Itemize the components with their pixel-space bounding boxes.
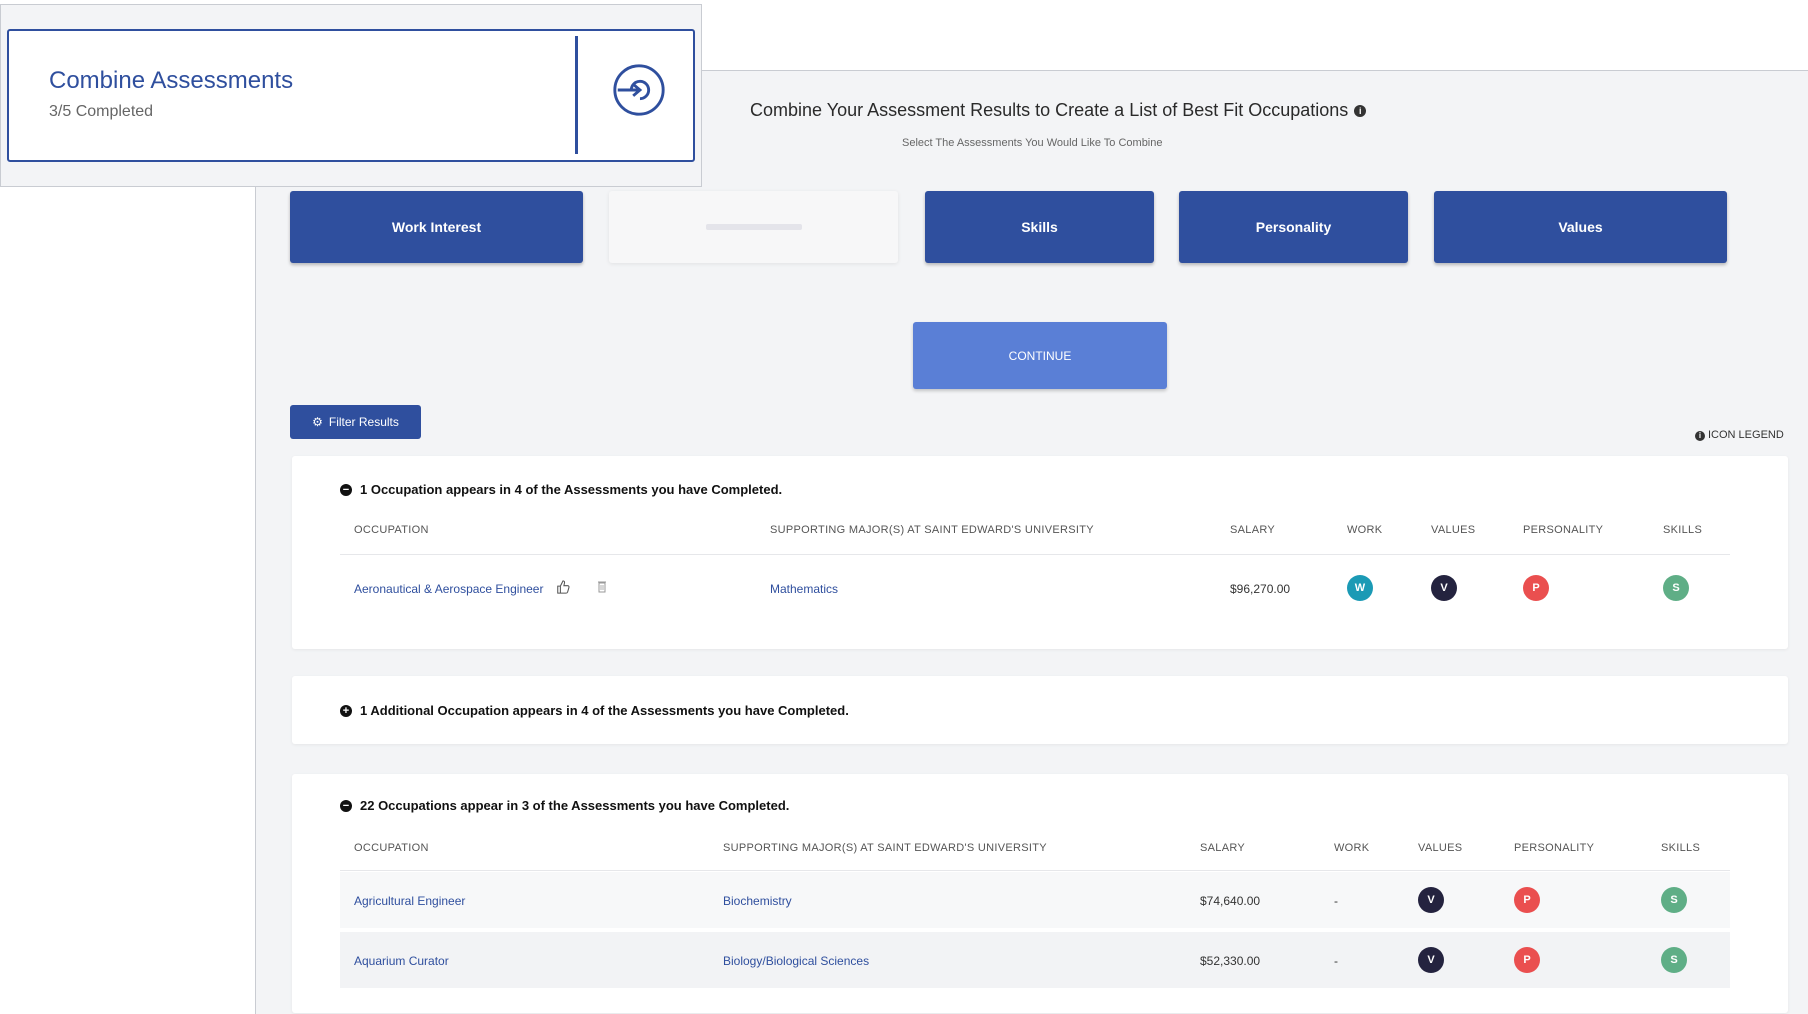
assessment-personality-button[interactable]: Personality (1179, 191, 1408, 263)
occupation-group-3: − 22 Occupations appear in 3 of the Asse… (292, 774, 1788, 1013)
work-empty: - (1334, 954, 1338, 968)
major-link[interactable]: Biochemistry (723, 894, 792, 908)
continue-button[interactable]: CONTINUE (913, 322, 1167, 389)
column-header-skills: SKILLS (1663, 524, 1703, 536)
assessment-values-button[interactable]: Values (1434, 191, 1727, 263)
card-progress: 3/5 Completed (49, 103, 154, 120)
column-header-work: WORK (1334, 842, 1370, 854)
thumbs-up-icon[interactable] (556, 580, 570, 594)
column-header-salary: SALARY (1200, 842, 1246, 854)
column-header-majors: SUPPORTING MAJOR(S) AT SAINT EDWARD'S UN… (770, 524, 1094, 536)
salary-value: $52,330.00 (1200, 954, 1261, 968)
group-heading[interactable]: − 1 Occupation appears in 4 of the Asses… (340, 482, 782, 497)
column-header-personality: PERSONALITY (1514, 842, 1595, 854)
column-header-values: VALUES (1418, 842, 1463, 854)
assessment-disabled-button[interactable] (609, 191, 898, 263)
occupation-link[interactable]: Agricultural Engineer (354, 894, 465, 908)
occupation-group-2: + 1 Additional Occupation appears in 4 o… (292, 676, 1788, 744)
column-header-occupation: OCCUPATION (354, 524, 429, 536)
skills-badge: S (1661, 947, 1687, 973)
column-header-personality: PERSONALITY (1523, 524, 1604, 536)
column-header-salary: SALARY (1230, 524, 1276, 536)
info-icon[interactable]: i (1354, 105, 1367, 117)
column-header-majors: SUPPORTING MAJOR(S) AT SAINT EDWARD'S UN… (723, 842, 1047, 854)
trash-icon[interactable] (597, 580, 607, 593)
major-link[interactable]: Mathematics (770, 582, 838, 596)
collapse-icon[interactable]: − (340, 799, 352, 812)
salary-value: $96,270.00 (1230, 582, 1291, 596)
card-title: Combine Assessments (49, 67, 294, 94)
column-header-occupation: OCCUPATION (354, 842, 429, 854)
values-badge: V (1418, 887, 1444, 913)
values-badge: V (1431, 575, 1457, 601)
occupation-link[interactable]: Aeronautical & Aerospace Engineer (354, 582, 543, 596)
personality-badge: P (1514, 887, 1540, 913)
personality-badge: P (1523, 575, 1549, 601)
occupation-group-1: − 1 Occupation appears in 4 of the Asses… (292, 456, 1788, 649)
divider (575, 36, 578, 154)
personality-badge: P (1514, 947, 1540, 973)
values-badge: V (1418, 947, 1444, 973)
group-heading[interactable]: − 22 Occupations appear in 3 of the Asse… (340, 798, 789, 813)
collapse-icon[interactable]: − (340, 483, 352, 496)
divider (340, 554, 1730, 555)
filter-results-label: Filter Results (328, 415, 399, 429)
combine-assessments-card[interactable]: Combine Assessments 3/5 Completed (7, 29, 695, 162)
column-header-skills: SKILLS (1661, 842, 1701, 854)
divider (340, 870, 1730, 871)
skills-badge: S (1661, 887, 1687, 913)
occupation-link[interactable]: Aquarium Curator (354, 954, 449, 968)
column-header-values: VALUES (1431, 524, 1476, 536)
info-icon: i (1695, 431, 1705, 441)
assessment-work-interest-button[interactable]: Work Interest (290, 191, 583, 263)
icon-legend-link[interactable]: i ICON LEGEND (1695, 429, 1784, 441)
major-link[interactable]: Biology/Biological Sciences (723, 954, 869, 968)
combine-icon[interactable] (610, 61, 668, 119)
gear-icon: ⚙ (312, 415, 323, 429)
skills-badge: S (1663, 575, 1689, 601)
page-subtitle: Select The Assessments You Would Like To… (902, 137, 1163, 149)
assessment-skills-button[interactable]: Skills (925, 191, 1154, 263)
column-header-work: WORK (1347, 524, 1383, 536)
assessment-disabled-label (705, 224, 802, 230)
work-empty: - (1334, 894, 1338, 908)
group-heading[interactable]: + 1 Additional Occupation appears in 4 o… (340, 703, 849, 718)
salary-value: $74,640.00 (1200, 894, 1261, 908)
filter-results-button[interactable]: ⚙ Filter Results (290, 405, 421, 439)
page-title: Combine Your Assessment Results to Creat… (750, 100, 1367, 121)
expand-icon[interactable]: + (340, 704, 352, 717)
work-badge: W (1347, 575, 1373, 601)
combine-assessments-overlay: Combine Assessments 3/5 Completed (0, 4, 702, 187)
